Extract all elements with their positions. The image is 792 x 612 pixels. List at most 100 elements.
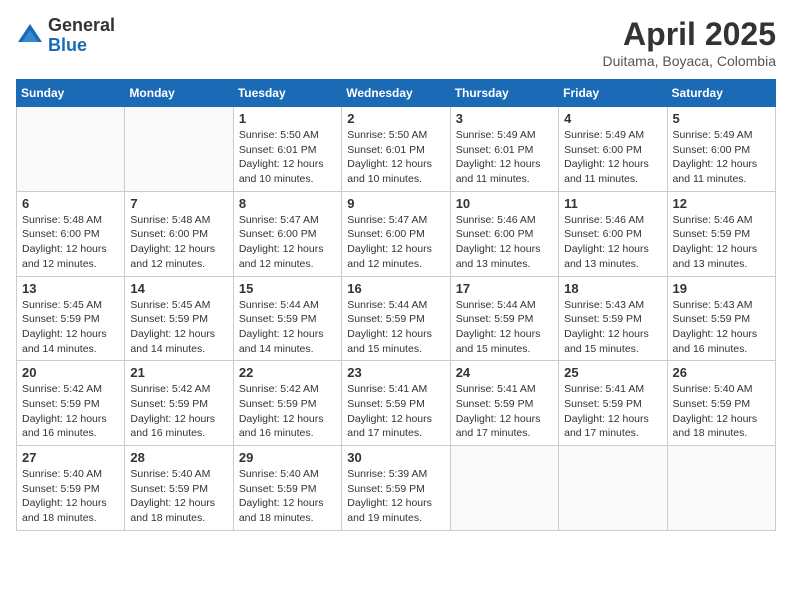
day-number: 14 xyxy=(130,281,227,296)
day-info: Sunrise: 5:46 AM Sunset: 5:59 PM Dayligh… xyxy=(673,213,770,272)
page-header: General Blue April 2025 Duitama, Boyaca,… xyxy=(16,16,776,69)
col-wednesday: Wednesday xyxy=(342,80,450,107)
day-info: Sunrise: 5:50 AM Sunset: 6:01 PM Dayligh… xyxy=(239,128,336,187)
day-info: Sunrise: 5:49 AM Sunset: 6:00 PM Dayligh… xyxy=(673,128,770,187)
day-number: 10 xyxy=(456,196,553,211)
logo-icon xyxy=(16,22,44,50)
day-number: 25 xyxy=(564,365,661,380)
day-info: Sunrise: 5:47 AM Sunset: 6:00 PM Dayligh… xyxy=(347,213,444,272)
day-info: Sunrise: 5:42 AM Sunset: 5:59 PM Dayligh… xyxy=(130,382,227,441)
table-row: 2Sunrise: 5:50 AM Sunset: 6:01 PM Daylig… xyxy=(342,107,450,192)
day-info: Sunrise: 5:42 AM Sunset: 5:59 PM Dayligh… xyxy=(22,382,119,441)
day-info: Sunrise: 5:44 AM Sunset: 5:59 PM Dayligh… xyxy=(347,298,444,357)
day-info: Sunrise: 5:43 AM Sunset: 5:59 PM Dayligh… xyxy=(673,298,770,357)
day-number: 18 xyxy=(564,281,661,296)
table-row: 12 Sunrise: 5:46 AM Sunset: 5:59 PM Dayli… xyxy=(667,191,775,276)
day-info: Sunrise: 5:44 AM Sunset: 5:59 PM Dayligh… xyxy=(239,298,336,357)
table-row xyxy=(125,107,233,192)
day-number: 7 xyxy=(130,196,227,211)
logo-text: General Blue xyxy=(48,16,115,56)
day-number: 1 xyxy=(239,111,336,126)
day-number: 4 xyxy=(564,111,661,126)
day-number: 17 xyxy=(456,281,553,296)
day-info: Sunrise: 5:50 AM Sunset: 6:01 PM Dayligh… xyxy=(347,128,444,187)
day-number: 16 xyxy=(347,281,444,296)
calendar-table: Sunday Monday Tuesday Wednesday Thursday… xyxy=(16,79,776,531)
day-number: 8 xyxy=(239,196,336,211)
day-number: 20 xyxy=(22,365,119,380)
day-info: Sunrise: 5:41 AM Sunset: 5:59 PM Dayligh… xyxy=(456,382,553,441)
calendar-week-4: 20 Sunrise: 5:42 AM Sunset: 5:59 PM Dayli… xyxy=(17,361,776,446)
table-row: 28 Sunrise: 5:40 AM Sunset: 5:59 PM Dayli… xyxy=(125,446,233,531)
table-row: 11 Sunrise: 5:46 AM Sunset: 6:00 PM Dayli… xyxy=(559,191,667,276)
calendar-week-5: 27 Sunrise: 5:40 AM Sunset: 5:59 PM Dayli… xyxy=(17,446,776,531)
day-info: Sunrise: 5:46 AM Sunset: 6:00 PM Dayligh… xyxy=(564,213,661,272)
table-row: 29 Sunrise: 5:40 AM Sunset: 5:59 PM Dayli… xyxy=(233,446,341,531)
table-row: 20 Sunrise: 5:42 AM Sunset: 5:59 PM Dayli… xyxy=(17,361,125,446)
table-row: 17 Sunrise: 5:44 AM Sunset: 5:59 PM Dayli… xyxy=(450,276,558,361)
day-number: 27 xyxy=(22,450,119,465)
table-row: 24 Sunrise: 5:41 AM Sunset: 5:59 PM Dayli… xyxy=(450,361,558,446)
logo-general: General xyxy=(48,16,115,36)
table-row: 16 Sunrise: 5:44 AM Sunset: 5:59 PM Dayli… xyxy=(342,276,450,361)
table-row: 4 Sunrise: 5:49 AM Sunset: 6:00 PM Daylig… xyxy=(559,107,667,192)
table-row: 30 Sunrise: 5:39 AM Sunset: 5:59 PM Dayli… xyxy=(342,446,450,531)
table-row: 27 Sunrise: 5:40 AM Sunset: 5:59 PM Dayli… xyxy=(17,446,125,531)
day-info: Sunrise: 5:42 AM Sunset: 5:59 PM Dayligh… xyxy=(239,382,336,441)
col-friday: Friday xyxy=(559,80,667,107)
table-row: 6Sunrise: 5:48 AM Sunset: 6:00 PM Daylig… xyxy=(17,191,125,276)
logo: General Blue xyxy=(16,16,115,56)
col-sunday: Sunday xyxy=(17,80,125,107)
table-row: 7Sunrise: 5:48 AM Sunset: 6:00 PM Daylig… xyxy=(125,191,233,276)
day-info: Sunrise: 5:46 AM Sunset: 6:00 PM Dayligh… xyxy=(456,213,553,272)
day-number: 28 xyxy=(130,450,227,465)
day-info: Sunrise: 5:45 AM Sunset: 5:59 PM Dayligh… xyxy=(22,298,119,357)
day-number: 26 xyxy=(673,365,770,380)
day-number: 13 xyxy=(22,281,119,296)
day-info: Sunrise: 5:39 AM Sunset: 5:59 PM Dayligh… xyxy=(347,467,444,526)
table-row: 21Sunrise: 5:42 AM Sunset: 5:59 PM Dayli… xyxy=(125,361,233,446)
calendar-week-3: 13 Sunrise: 5:45 AM Sunset: 5:59 PM Dayli… xyxy=(17,276,776,361)
day-info: Sunrise: 5:40 AM Sunset: 5:59 PM Dayligh… xyxy=(239,467,336,526)
day-info: Sunrise: 5:40 AM Sunset: 5:59 PM Dayligh… xyxy=(673,382,770,441)
table-row: 3Sunrise: 5:49 AM Sunset: 6:01 PM Daylig… xyxy=(450,107,558,192)
table-row: 13 Sunrise: 5:45 AM Sunset: 5:59 PM Dayli… xyxy=(17,276,125,361)
day-number: 5 xyxy=(673,111,770,126)
day-info: Sunrise: 5:45 AM Sunset: 5:59 PM Dayligh… xyxy=(130,298,227,357)
day-number: 11 xyxy=(564,196,661,211)
day-info: Sunrise: 5:47 AM Sunset: 6:00 PM Dayligh… xyxy=(239,213,336,272)
calendar-week-2: 6Sunrise: 5:48 AM Sunset: 6:00 PM Daylig… xyxy=(17,191,776,276)
table-row: 5 Sunrise: 5:49 AM Sunset: 6:00 PM Daylig… xyxy=(667,107,775,192)
table-row: 8 Sunrise: 5:47 AM Sunset: 6:00 PM Daylig… xyxy=(233,191,341,276)
day-number: 22 xyxy=(239,365,336,380)
table-row xyxy=(17,107,125,192)
col-thursday: Thursday xyxy=(450,80,558,107)
day-number: 24 xyxy=(456,365,553,380)
table-row: 15 Sunrise: 5:44 AM Sunset: 5:59 PM Dayli… xyxy=(233,276,341,361)
day-info: Sunrise: 5:49 AM Sunset: 6:00 PM Dayligh… xyxy=(564,128,661,187)
day-number: 29 xyxy=(239,450,336,465)
day-info: Sunrise: 5:44 AM Sunset: 5:59 PM Dayligh… xyxy=(456,298,553,357)
day-info: Sunrise: 5:48 AM Sunset: 6:00 PM Dayligh… xyxy=(22,213,119,272)
day-number: 15 xyxy=(239,281,336,296)
month-title: April 2025 xyxy=(602,16,776,53)
calendar-week-1: 1 Sunrise: 5:50 AM Sunset: 6:01 PM Daylig… xyxy=(17,107,776,192)
day-number: 12 xyxy=(673,196,770,211)
table-row: 18Sunrise: 5:43 AM Sunset: 5:59 PM Dayli… xyxy=(559,276,667,361)
table-row: 25Sunrise: 5:41 AM Sunset: 5:59 PM Dayli… xyxy=(559,361,667,446)
day-info: Sunrise: 5:40 AM Sunset: 5:59 PM Dayligh… xyxy=(130,467,227,526)
day-info: Sunrise: 5:40 AM Sunset: 5:59 PM Dayligh… xyxy=(22,467,119,526)
table-row: 23Sunrise: 5:41 AM Sunset: 5:59 PM Dayli… xyxy=(342,361,450,446)
day-number: 30 xyxy=(347,450,444,465)
table-row: 10 Sunrise: 5:46 AM Sunset: 6:00 PM Dayli… xyxy=(450,191,558,276)
col-monday: Monday xyxy=(125,80,233,107)
table-row: 26 Sunrise: 5:40 AM Sunset: 5:59 PM Dayli… xyxy=(667,361,775,446)
col-saturday: Saturday xyxy=(667,80,775,107)
col-tuesday: Tuesday xyxy=(233,80,341,107)
table-row: 14 Sunrise: 5:45 AM Sunset: 5:59 PM Dayli… xyxy=(125,276,233,361)
day-number: 19 xyxy=(673,281,770,296)
table-row: 22 Sunrise: 5:42 AM Sunset: 5:59 PM Dayli… xyxy=(233,361,341,446)
table-row: 19 Sunrise: 5:43 AM Sunset: 5:59 PM Dayli… xyxy=(667,276,775,361)
table-row: 1 Sunrise: 5:50 AM Sunset: 6:01 PM Daylig… xyxy=(233,107,341,192)
calendar-header-row: Sunday Monday Tuesday Wednesday Thursday… xyxy=(17,80,776,107)
